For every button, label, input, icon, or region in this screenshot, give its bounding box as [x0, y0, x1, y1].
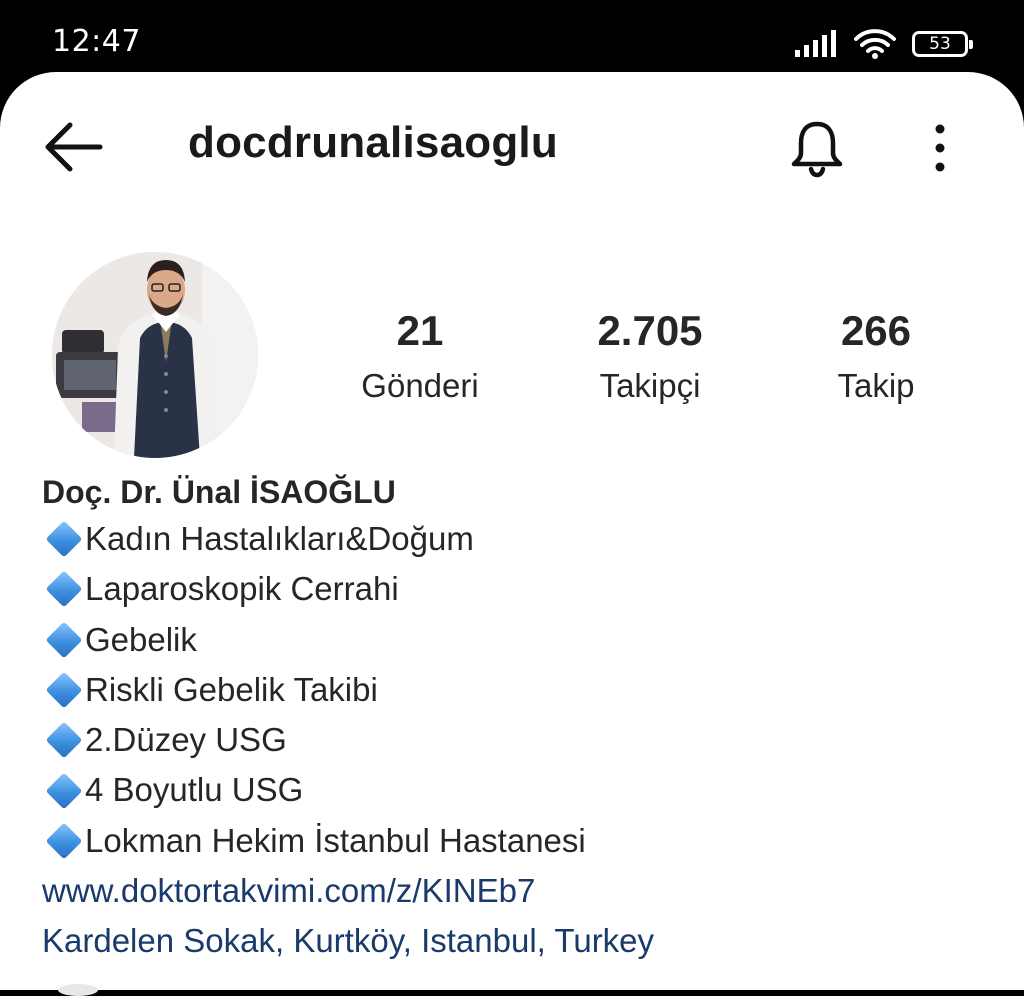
blue-diamond-icon: [45, 520, 83, 558]
profile-photo: [52, 252, 258, 458]
bio-line-text: 4 Boyutlu USG: [85, 771, 304, 809]
back-button[interactable]: [40, 120, 106, 174]
notifications-button[interactable]: [786, 118, 848, 180]
battery-level: 53: [929, 33, 951, 54]
bio-line: Kadın Hastalıkları&Doğum: [42, 514, 1002, 564]
bio-line: Lokman Hekim İstanbul Hastanesi: [42, 816, 1002, 866]
more-options-button[interactable]: [920, 120, 960, 176]
status-bar: 12:47 53: [0, 0, 1024, 80]
bio-line: 2.Düzey USG: [42, 715, 1002, 765]
bio-line-text: Laparoskopik Cerrahi: [85, 570, 399, 608]
status-time: 12:47: [52, 24, 141, 59]
blue-diamond-icon: [45, 822, 83, 860]
wifi-icon: [854, 29, 896, 59]
profile-avatar[interactable]: [52, 252, 258, 458]
status-icons: 53: [794, 28, 973, 60]
bio-line: Gebelik: [42, 615, 1002, 665]
bio-line-text: 2.Düzey USG: [85, 721, 287, 759]
bio-line: Riskli Gebelik Takibi: [42, 665, 1002, 715]
arrow-left-icon: [45, 122, 103, 172]
bio-website-link[interactable]: www.doktortakvimi.com/z/KINEb7: [42, 866, 1002, 916]
vertical-dots-icon: [935, 124, 945, 172]
posts-count-value: 21: [396, 307, 444, 354]
followers-count-value: 2.705: [597, 307, 703, 354]
bio-line: 4 Boyutlu USG: [42, 765, 1002, 815]
blue-diamond-icon: [45, 772, 83, 810]
bio-line-text: Riskli Gebelik Takibi: [85, 670, 378, 708]
blue-diamond-icon: [45, 621, 83, 659]
following-count-value: 266: [840, 307, 912, 354]
profile-bio: Doç. Dr. Ünal İSAOĞLU Kadın Hastalıkları…: [42, 470, 1002, 967]
bio-line-text: Kadın Hastalıkları&Doğum: [85, 520, 474, 557]
following-count[interactable]: 266 Takip: [800, 306, 952, 408]
bio-display-name: Doç. Dr. Ünal İSAOĞLU: [42, 474, 396, 510]
followers-count-label: Takipçi: [599, 367, 701, 404]
bio-line: Laparoskopik Cerrahi: [42, 564, 1002, 614]
bell-icon: [791, 121, 843, 178]
posts-count[interactable]: 21 Gönderi: [340, 306, 500, 408]
bio-line-text: Lokman Hekim İstanbul Hastanesi: [85, 821, 586, 859]
blue-diamond-icon: [45, 571, 83, 608]
followers-count[interactable]: 2.705 Takipçi: [560, 306, 740, 408]
profile-username: docdrunalisaoglu: [188, 118, 558, 167]
blue-diamond-icon: [45, 671, 83, 709]
posts-count-label: Gönderi: [361, 367, 479, 404]
following-count-label: Takip: [837, 367, 915, 404]
content-peek: [58, 984, 98, 996]
signal-icon: [795, 30, 836, 57]
battery-icon: 53: [912, 31, 973, 57]
bio-line-text: Gebelik: [85, 620, 197, 658]
bio-location-link[interactable]: Kardelen Sokak, Kurtköy, Istanbul, Turke…: [42, 916, 1002, 966]
blue-diamond-icon: [45, 721, 83, 759]
